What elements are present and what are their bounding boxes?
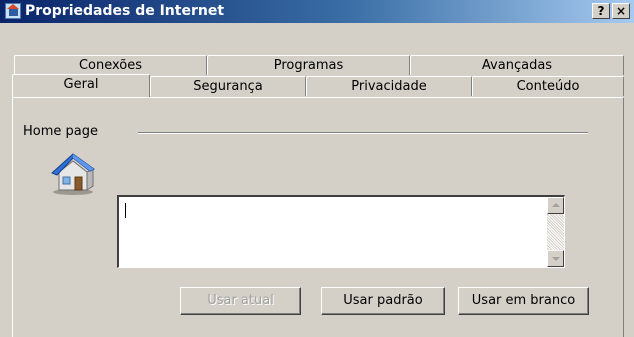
window-title: Propriedades de Internet [25, 3, 225, 19]
tab-seguranca[interactable]: Segurança [150, 76, 306, 96]
internet-options-icon [5, 3, 21, 19]
tab-row-front: Geral Segurança Privacidade Conteúdo [12, 74, 624, 97]
house-icon [51, 153, 95, 195]
tab-conteudo[interactable]: Conteúdo [472, 76, 624, 96]
use-current-button[interactable]: Usar atual [180, 287, 301, 315]
tab-avancadas[interactable]: Avançadas [410, 55, 624, 75]
tab-privacidade[interactable]: Privacidade [306, 76, 472, 96]
use-default-button[interactable]: Usar padrão [321, 287, 445, 315]
tab-conexoes[interactable]: Conexões [14, 55, 207, 75]
help-button[interactable]: ? [592, 3, 610, 19]
group-divider [138, 132, 588, 134]
home-page-url-field[interactable] [117, 195, 565, 268]
scroll-down-button[interactable] [547, 250, 564, 267]
title-bar: Propriedades de Internet ? × [0, 0, 634, 23]
tab-geral[interactable]: Geral [12, 74, 150, 97]
url-field-scrollbar[interactable] [547, 197, 564, 267]
tab-programas[interactable]: Programas [207, 55, 410, 75]
text-caret [125, 203, 126, 218]
close-button[interactable]: × [612, 3, 630, 19]
tab-row-back: Conexões Programas Avançadas [14, 55, 624, 75]
scroll-up-button[interactable] [547, 197, 564, 214]
home-page-group-label: Home page [23, 124, 98, 139]
use-blank-button[interactable]: Usar em branco [458, 287, 589, 315]
